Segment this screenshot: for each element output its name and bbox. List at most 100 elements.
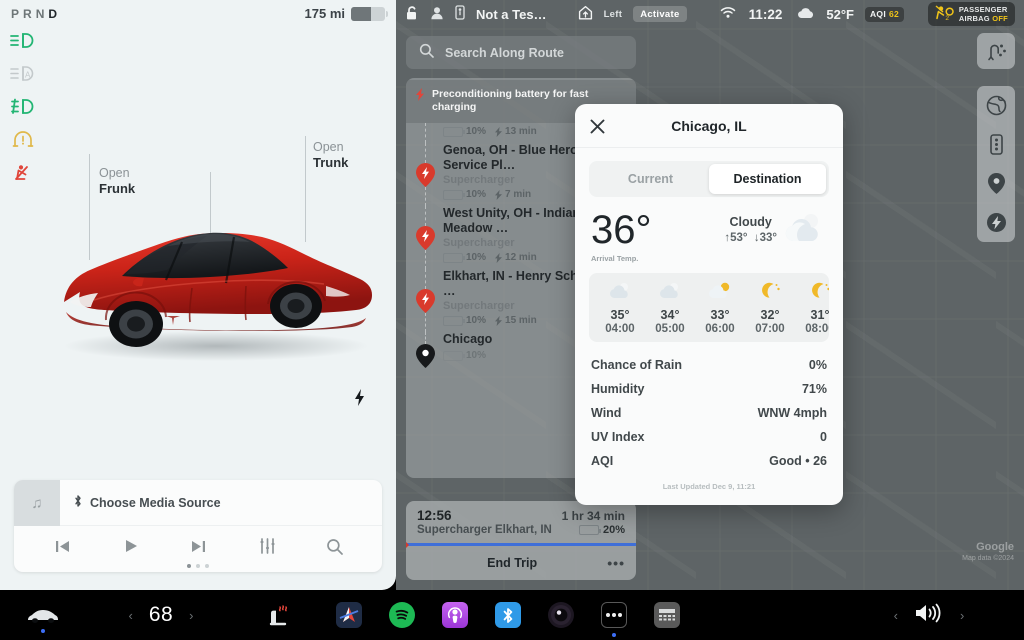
volume-icon[interactable] xyxy=(914,602,944,629)
weather-high-low: ↑53° ↓33° xyxy=(724,232,777,244)
volume-decrease-button[interactable]: ‹ xyxy=(894,608,898,623)
temp-increase-button[interactable]: › xyxy=(189,608,193,623)
globe-icon[interactable] xyxy=(977,95,1015,116)
map-controls-top xyxy=(977,33,1015,69)
choose-media-source-button[interactable]: Choose Media Source xyxy=(60,480,382,525)
destination-pin-icon xyxy=(415,344,435,368)
calculator-app-icon[interactable] xyxy=(640,602,693,628)
trip-summary-bar: 12:56 1 hr 34 min Supercharger Elkhart, … xyxy=(406,501,636,580)
car-controls-button[interactable] xyxy=(0,607,86,633)
cloud-icon xyxy=(797,7,815,22)
bolt-icon xyxy=(495,189,503,200)
weather-popup-header: Chicago, IL xyxy=(575,104,843,148)
play-button[interactable] xyxy=(122,538,139,559)
next-track-button[interactable] xyxy=(189,539,208,559)
page-dot xyxy=(187,564,191,568)
detail-key: Wind xyxy=(591,406,622,420)
mini-battery-icon xyxy=(443,126,465,137)
stop-soc: 10% xyxy=(466,126,487,137)
range-value: 175 mi xyxy=(304,6,345,21)
charge-bolt-icon[interactable] xyxy=(353,388,366,412)
tesla-infotainment-screen: PRND 175 mi A Open Frunk Open Trunk ♫ Ch… xyxy=(0,0,1024,640)
map-attribution: Google Map data ©2024 xyxy=(962,541,1014,562)
detail-row: Chance of Rain 0% xyxy=(589,353,829,377)
page-dot xyxy=(205,564,209,568)
temp-decrease-button[interactable]: ‹ xyxy=(128,608,132,623)
moon-icon xyxy=(762,282,780,298)
route-overview-icon[interactable] xyxy=(977,40,1015,62)
hour-time: 07:00 xyxy=(755,323,785,335)
end-trip-button[interactable]: End Trip xyxy=(417,556,607,570)
media-search-button[interactable] xyxy=(326,538,343,560)
stop-soc: 10% xyxy=(466,350,487,361)
wifi-icon[interactable] xyxy=(720,6,736,22)
airbag-text: PASSENGER AIRBAG OFF xyxy=(959,5,1008,24)
aqi-value: 62 xyxy=(888,9,900,19)
music-note-icon: ♫ xyxy=(14,480,60,526)
map-pin-icon[interactable] xyxy=(977,173,1015,194)
bolt-icon xyxy=(495,126,503,137)
open-trunk-button[interactable]: Open Trunk xyxy=(313,140,348,170)
aqi-badge[interactable]: AQI 62 xyxy=(864,6,905,22)
mini-battery-icon xyxy=(443,315,465,326)
map-controls xyxy=(977,86,1015,242)
fog-light-icon xyxy=(10,98,36,115)
outside-temperature[interactable]: 52°F xyxy=(826,7,854,22)
svg-text:A: A xyxy=(25,70,31,79)
stop-rail xyxy=(416,123,434,143)
bluetooth-app-icon[interactable] xyxy=(481,602,534,628)
hour-time: 06:00 xyxy=(705,323,735,335)
hour-temp: 31° xyxy=(810,308,829,322)
phone-key-icon[interactable] xyxy=(455,5,465,23)
airbag-off-icon: 2 xyxy=(935,4,954,24)
trip-destination: Supercharger Elkhart, IN xyxy=(417,524,552,536)
trip-eta: 12:56 xyxy=(417,508,452,523)
traffic-light-icon[interactable] xyxy=(977,134,1015,155)
close-icon[interactable] xyxy=(588,117,606,135)
hour-cell: 34° 05:00 xyxy=(645,281,695,335)
temperature-value[interactable]: 68 xyxy=(149,603,173,627)
podcasts-app-icon[interactable] xyxy=(428,602,481,628)
hour-temp: 35° xyxy=(610,308,630,322)
hourly-forecast-strip[interactable]: 35° 04:00 34° 05:00 33° 06:00 32° 07:00 xyxy=(589,273,829,342)
status-topbar: Not a Tes… Left Activate 11:22 52°F AQI … xyxy=(396,0,1024,28)
car-name[interactable]: Not a Tes… xyxy=(476,7,547,22)
unlock-icon[interactable] xyxy=(405,5,419,24)
profile-icon[interactable] xyxy=(430,6,444,23)
previous-track-button[interactable] xyxy=(53,539,72,559)
hour-time: 05:00 xyxy=(655,323,685,335)
bluetooth-icon xyxy=(73,494,83,511)
trip-more-button[interactable]: ••• xyxy=(607,555,625,571)
stop-soc: 10% xyxy=(466,315,487,326)
detail-value: 0 xyxy=(820,430,827,444)
detail-row: AQI Good • 26 xyxy=(589,449,829,473)
weather-condition: Cloudy xyxy=(729,215,772,229)
home-icon[interactable] xyxy=(578,5,593,23)
navigation-app-icon[interactable] xyxy=(322,602,375,628)
detail-key: AQI xyxy=(591,454,614,468)
tab-current[interactable]: Current xyxy=(592,164,709,194)
weather-high: ↑53° xyxy=(724,232,748,244)
charging-icon[interactable] xyxy=(977,212,1015,233)
heated-seat-button[interactable] xyxy=(236,604,322,626)
volume-control[interactable]: ‹ › xyxy=(834,602,1024,629)
apps-menu-button[interactable] xyxy=(587,602,640,637)
volume-increase-button[interactable]: › xyxy=(960,608,964,623)
spotify-app-icon[interactable] xyxy=(375,602,428,628)
battery-gauge xyxy=(351,6,388,21)
detail-value: Good • 26 xyxy=(769,454,827,468)
climate-temperature-control[interactable]: ‹ 68 › xyxy=(86,603,236,627)
stop-soc: 10% xyxy=(466,189,487,200)
detail-key: Chance of Rain xyxy=(591,358,682,372)
mini-battery-icon xyxy=(443,350,465,361)
dashcam-app-icon[interactable] xyxy=(534,602,587,628)
hour-cell: 31° 08:00 xyxy=(795,281,829,335)
hour-time: 08:00 xyxy=(805,323,829,335)
search-along-route-input[interactable]: Search Along Route xyxy=(406,36,636,69)
activate-button[interactable]: Activate xyxy=(633,6,687,22)
equalizer-button[interactable] xyxy=(259,538,276,559)
tab-destination[interactable]: Destination xyxy=(709,164,826,194)
stop-soc: 10% xyxy=(466,252,487,263)
clock[interactable]: 11:22 xyxy=(749,7,783,22)
range-indicator[interactable]: 175 mi xyxy=(304,6,388,21)
